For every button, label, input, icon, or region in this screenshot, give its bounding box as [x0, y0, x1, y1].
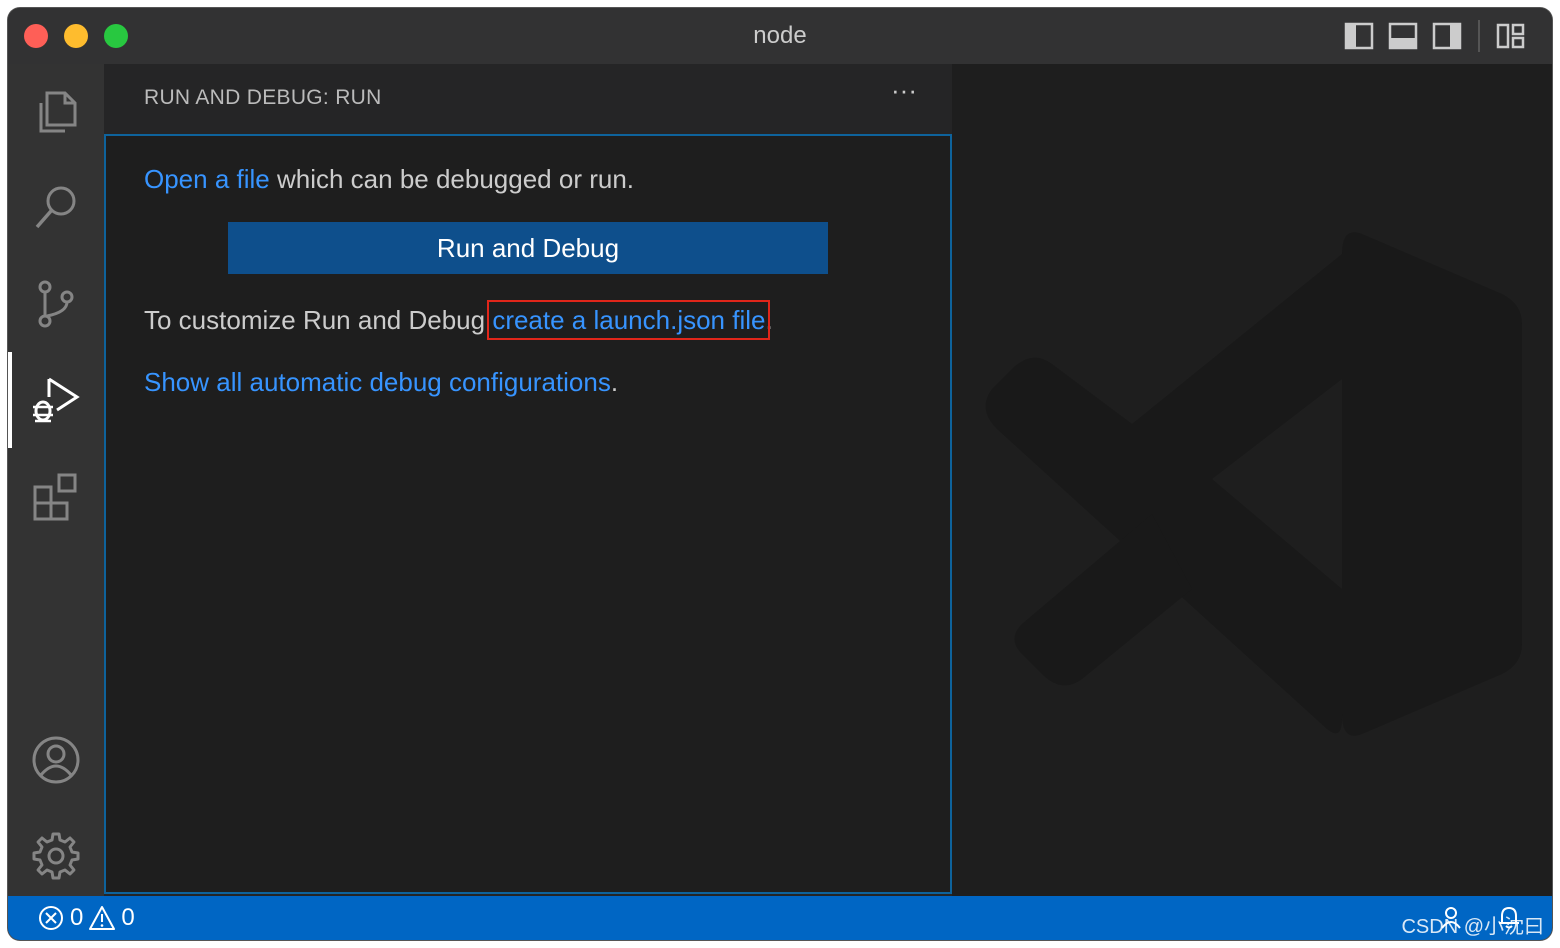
settings-gear-icon[interactable] [8, 808, 104, 904]
window-title: node [753, 22, 807, 49]
create-launch-json-link[interactable]: create a launch.json file [487, 300, 771, 340]
show-debug-configurations-link[interactable]: Show all automatic debug configurations [144, 367, 611, 397]
welcome-view: Open a file which can be debugged or run… [104, 134, 952, 894]
activity-bar [8, 64, 104, 896]
run-and-debug-sidebar: RUN AND DEBUG: RUN ··· Open a file which… [104, 64, 952, 896]
customize-line: To customize Run and Debug create a laun… [144, 300, 773, 340]
vscode-window: node RUN AND DEBUG: RUN ··· Open a file … [8, 8, 1552, 940]
more-actions-button[interactable]: ··· [884, 77, 924, 116]
source-control-icon[interactable] [8, 256, 104, 352]
search-icon[interactable] [8, 160, 104, 256]
customize-period: . [765, 305, 773, 335]
error-count: 0 [70, 904, 84, 931]
toggle-panel-icon[interactable] [1388, 22, 1418, 50]
sidebar-title: RUN AND DEBUG: RUN [144, 86, 382, 109]
customize-layout-icon[interactable] [1496, 22, 1526, 50]
editor-area [952, 64, 1552, 896]
csdn-watermark: CSDN @小沈曰 [1401, 916, 1544, 938]
extensions-icon[interactable] [8, 448, 104, 544]
accounts-icon[interactable] [8, 712, 104, 808]
warning-icon [89, 906, 116, 930]
customize-text: To customize Run and Debug [144, 305, 493, 335]
warning-count: 0 [121, 904, 135, 931]
run-and-debug-button[interactable]: Run and Debug [228, 222, 828, 274]
open-file-text: which can be debugged or run. [269, 164, 635, 194]
open-file-link[interactable]: Open a file [144, 164, 270, 194]
toggle-secondary-sidebar-icon[interactable] [1432, 22, 1462, 50]
open-file-line: Open a file which can be debugged or run… [144, 164, 634, 195]
vscode-logo-watermark-icon [985, 232, 1522, 736]
title-bar: node [8, 8, 1552, 64]
show-configurations-period: . [610, 367, 619, 397]
run-and-debug-icon[interactable] [8, 352, 104, 448]
error-icon [39, 906, 63, 930]
status-bar: 0 0 CSDN @小沈曰 [8, 896, 1552, 940]
explorer-icon[interactable] [8, 64, 104, 160]
titlebar-separator [1478, 20, 1480, 52]
problems-status[interactable]: 0 0 [38, 904, 135, 932]
show-configurations-line: Show all automatic debug configurations. [144, 367, 618, 398]
toggle-primary-sidebar-icon[interactable] [1344, 22, 1374, 50]
